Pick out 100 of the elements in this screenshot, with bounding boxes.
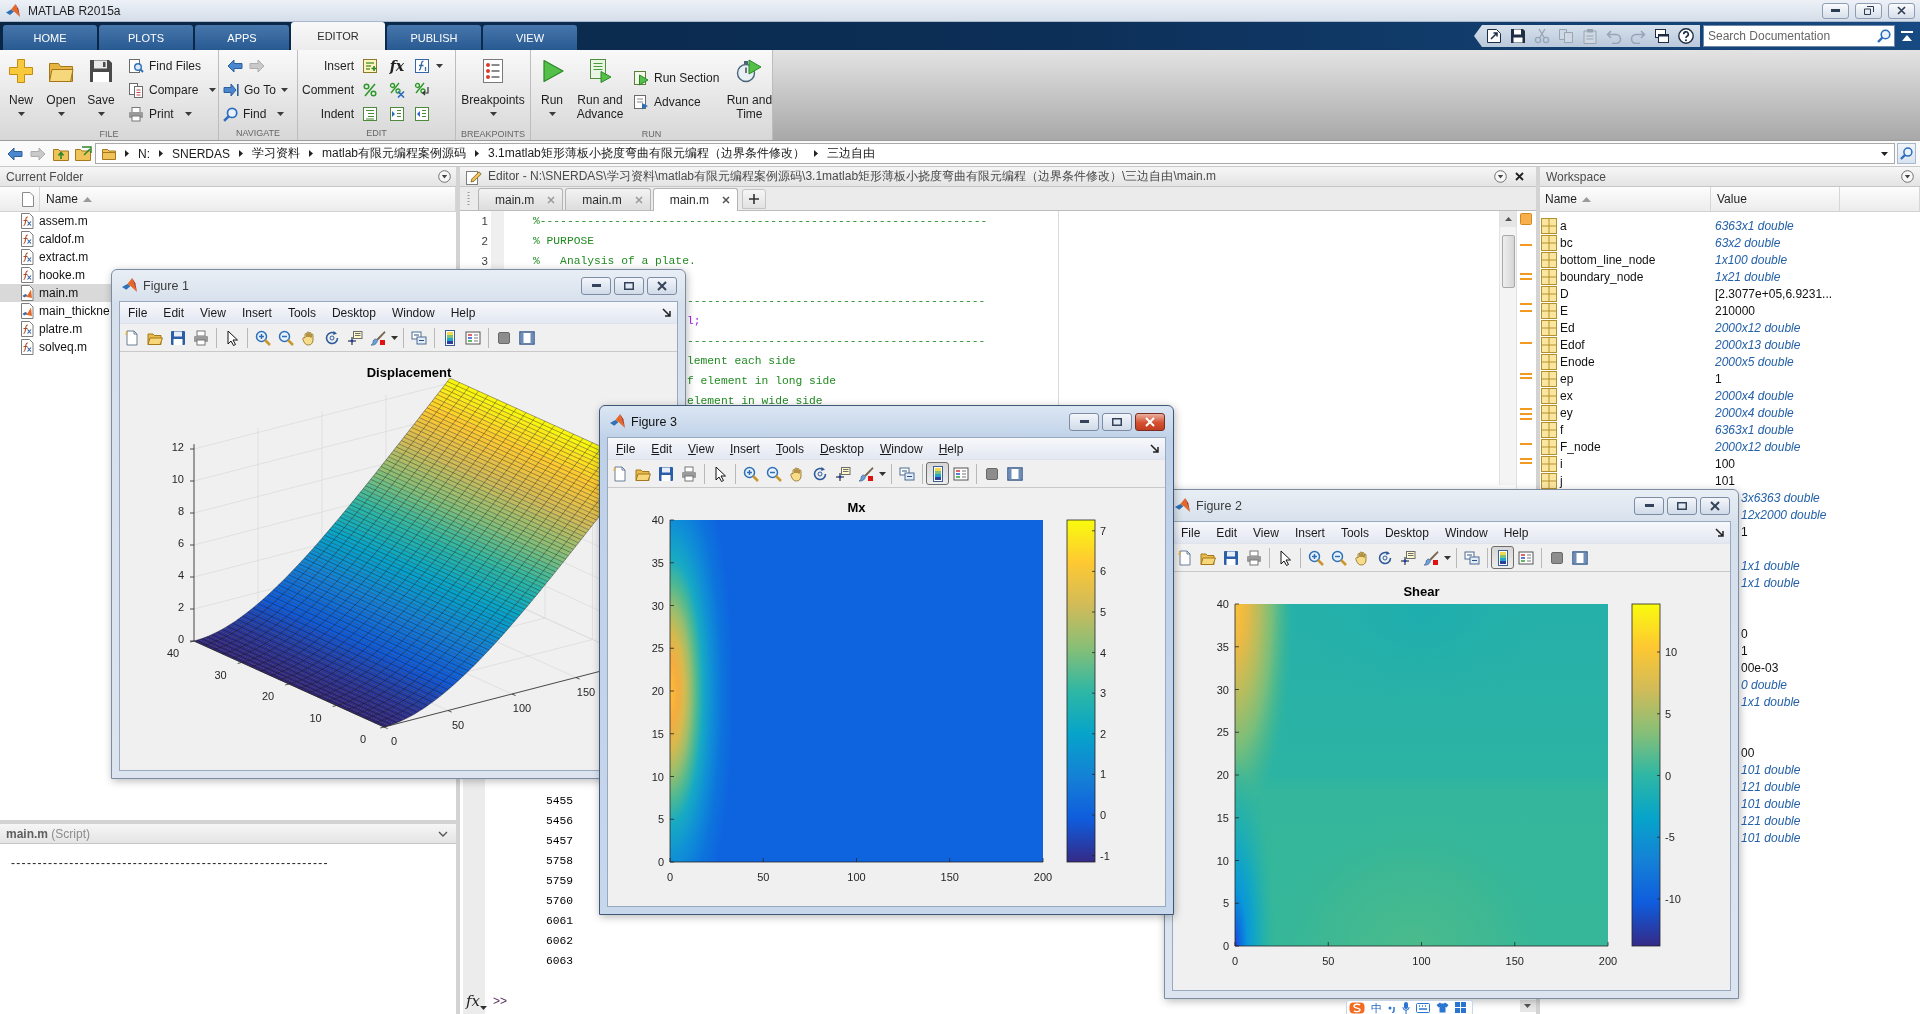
maximize-icon[interactable] [1677, 501, 1687, 510]
print-button[interactable]: Print [126, 103, 219, 125]
menu-item[interactable]: File [608, 441, 644, 456]
dock-arrow-icon[interactable] [662, 308, 671, 317]
breadcrumb[interactable]: 学习资料 [252, 145, 300, 162]
restore-icon[interactable] [1863, 6, 1874, 15]
caret-icon[interactable] [390, 335, 398, 340]
colorbar-icon[interactable] [932, 465, 943, 482]
close-icon[interactable] [722, 196, 731, 204]
search-icon[interactable] [1877, 29, 1891, 43]
hand-icon[interactable] [788, 465, 805, 482]
close-icon[interactable] [1710, 500, 1720, 511]
legend-icon[interactable] [1517, 549, 1534, 566]
rotate-icon[interactable] [811, 465, 828, 482]
warning-marker-icon[interactable] [1520, 418, 1532, 420]
folder-entry[interactable]: solveq.m [0, 338, 88, 356]
menu-item[interactable]: View [192, 305, 234, 320]
square-icon[interactable] [1548, 549, 1565, 566]
chevron-down-icon[interactable] [438, 830, 448, 837]
back-arrow-icon[interactable] [6, 146, 23, 161]
variable-name[interactable]: i [1560, 456, 1563, 471]
square-icon[interactable] [983, 465, 1000, 482]
windows-icon[interactable] [1654, 28, 1670, 44]
menu-item[interactable]: Edit [643, 441, 681, 456]
increase-indent-icon[interactable] [389, 106, 405, 122]
minimize-button[interactable] [1822, 2, 1849, 19]
maximize-button[interactable] [1102, 412, 1132, 431]
variable-name[interactable]: j [1560, 473, 1563, 488]
dock-arrow-icon[interactable] [1715, 528, 1724, 537]
insert-section-icon[interactable] [362, 58, 378, 74]
browse-folder-icon[interactable] [75, 146, 92, 161]
close-button[interactable] [1135, 412, 1165, 431]
warning-marker-icon[interactable] [1520, 244, 1532, 246]
input-mode[interactable]: 中 [1371, 1001, 1382, 1014]
colorbar-toggle-button[interactable] [1491, 546, 1514, 569]
menu-item[interactable]: Help [442, 305, 484, 320]
printer-icon[interactable] [192, 329, 209, 346]
folder-entry[interactable]: platre.m [0, 320, 83, 338]
shirt-icon[interactable] [1436, 1002, 1449, 1013]
column-header[interactable]: Name [1545, 192, 1577, 206]
menu-item[interactable]: Window [1436, 525, 1496, 540]
menu-item[interactable]: Edit [155, 305, 193, 320]
menu-item[interactable]: Desktop [323, 305, 384, 320]
menu-item[interactable]: View [1245, 525, 1287, 540]
zoom-out-icon[interactable] [277, 329, 294, 346]
advance-button[interactable]: Advance [631, 91, 722, 113]
new-file-icon[interactable] [611, 465, 628, 482]
menu-item[interactable]: Tools [767, 441, 812, 456]
caret-icon[interactable] [878, 471, 886, 476]
go-to-button[interactable]: Go To [221, 79, 290, 101]
menu-item[interactable]: Desktop [1376, 525, 1437, 540]
variable-name[interactable]: Ed [1560, 320, 1575, 335]
zoom-in-icon[interactable] [1307, 549, 1324, 566]
close-button[interactable] [1700, 496, 1730, 515]
comment-icon[interactable] [362, 82, 378, 98]
smart-indent-icon[interactable] [362, 106, 378, 122]
ribbon-tab[interactable]: HOME [3, 25, 97, 50]
warning-marker-icon[interactable] [1520, 373, 1532, 375]
path-field[interactable]: N: SNERDAS 学习资料 matlab有限元编程案例源码 3.1matlab矩形薄板小挠度弯曲有限元编程（边界条件修改） 三边自由 [95, 143, 1895, 164]
legend-icon[interactable] [464, 329, 481, 346]
new-tab-button[interactable] [742, 189, 767, 209]
variable-name[interactable]: E [1560, 303, 1568, 318]
variable-name[interactable]: ep [1560, 371, 1574, 386]
document-tab[interactable]: main.m [565, 188, 651, 210]
menu-item[interactable]: File [1173, 525, 1209, 540]
menu-icon[interactable] [1901, 170, 1914, 183]
variable-name[interactable]: ex [1560, 388, 1573, 403]
logo-icon[interactable] [1349, 1001, 1365, 1014]
minimize-button[interactable] [581, 276, 611, 295]
warning-marker-icon[interactable] [1520, 413, 1532, 415]
maximize-button[interactable] [614, 276, 644, 295]
menu-item[interactable]: Window [871, 441, 931, 456]
ribbon-tab[interactable]: APPS [195, 25, 289, 50]
zoom-out-icon[interactable] [1330, 549, 1347, 566]
window-icon[interactable] [1571, 549, 1588, 566]
run-and-time-button[interactable]: Run and Time [721, 50, 778, 127]
minimize-icon[interactable] [1644, 504, 1654, 507]
warning-marker-icon[interactable] [1520, 342, 1532, 344]
variable-name[interactable]: bc [1560, 235, 1573, 250]
zoom-in-icon[interactable] [742, 465, 759, 482]
help-icon[interactable] [1678, 28, 1694, 44]
insert-function-button[interactable]: fx [389, 58, 405, 74]
link-icon[interactable] [410, 329, 427, 346]
collapse-icon[interactable] [1901, 31, 1913, 41]
zoom-out-icon[interactable] [765, 465, 782, 482]
menu-icon[interactable] [438, 170, 451, 183]
find-button[interactable]: Find [221, 103, 290, 125]
menu-item[interactable]: Desktop [811, 441, 872, 456]
new-file-icon[interactable] [123, 329, 140, 346]
minimize-icon[interactable] [1079, 420, 1089, 423]
variable-name[interactable]: bottom_line_node [1560, 252, 1656, 267]
close-icon[interactable] [657, 280, 667, 291]
search-button[interactable] [1897, 143, 1916, 164]
maximize-icon[interactable] [1112, 417, 1122, 426]
save-icon[interactable] [657, 465, 674, 482]
menu-item[interactable]: Help [1495, 525, 1537, 540]
save-button[interactable]: Save [81, 50, 121, 127]
folder-entry[interactable]: hooke.m [0, 266, 86, 284]
data-cursor-icon[interactable] [1399, 549, 1416, 566]
warning-marker-icon[interactable] [1520, 377, 1532, 379]
